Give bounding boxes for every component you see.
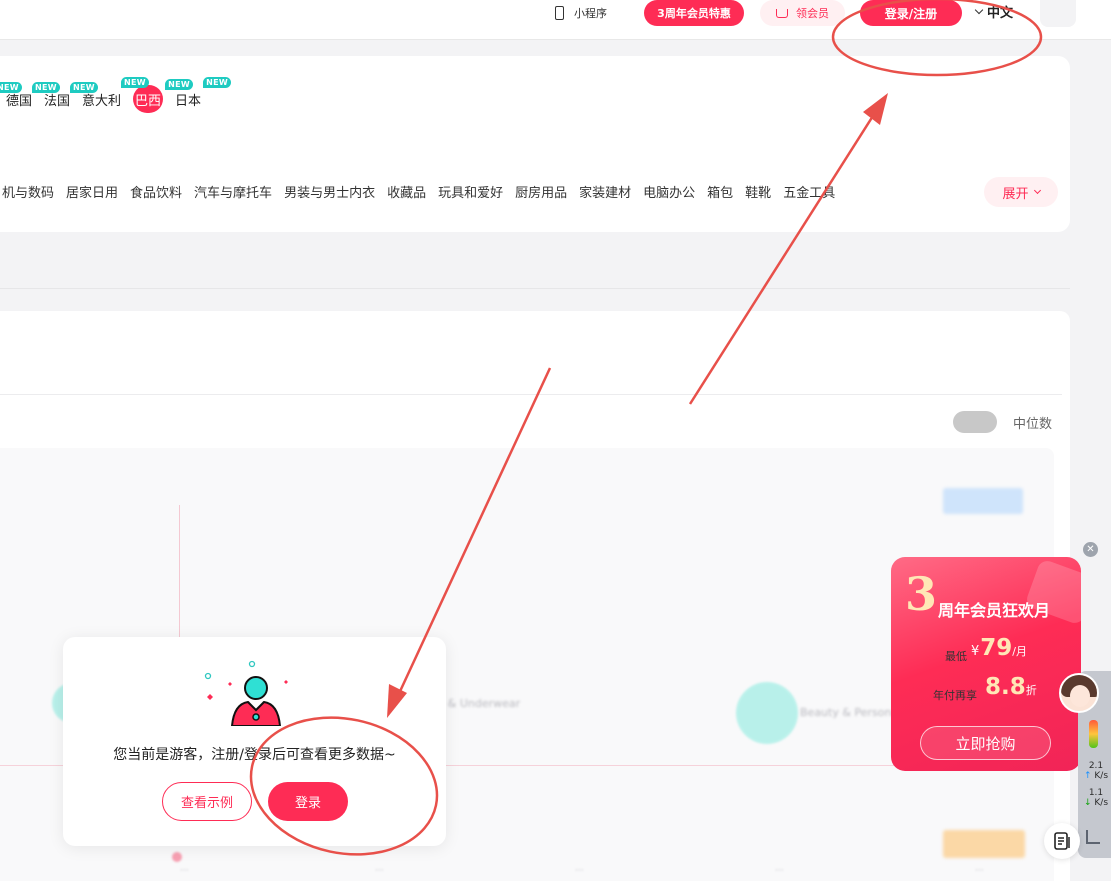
new-badge: NEW	[203, 76, 232, 88]
category-item[interactable]: 机与数码	[2, 182, 54, 201]
upload-speed-value: 2.1	[1088, 761, 1104, 771]
category-item[interactable]: 男装与男士内衣	[284, 182, 375, 201]
language-selector[interactable]: 中文	[974, 2, 1014, 21]
chart-point	[172, 852, 182, 862]
axis-tick: ···	[180, 866, 189, 876]
category-item[interactable]: 厨房用品	[515, 182, 567, 201]
modal-login-button[interactable]: 登录	[268, 782, 348, 821]
currency-symbol: ¥	[971, 644, 980, 659]
category-item[interactable]: 收藏品	[387, 182, 426, 201]
network-meter-icon	[1089, 720, 1098, 748]
login-register-button[interactable]: 登录/注册	[860, 0, 962, 26]
country-italy[interactable]: 意大利 NEW	[70, 81, 122, 109]
country-japan[interactable]: 日本 NEW	[175, 76, 232, 109]
blurred-bubble-label: Beauty & Personal	[800, 706, 902, 719]
median-toggle[interactable]	[953, 411, 997, 433]
screenshot-crop-icon[interactable]	[1086, 830, 1100, 844]
up-arrow-icon: ↑	[1083, 770, 1092, 781]
chevron-down-icon	[974, 5, 984, 14]
new-badge: NEW	[165, 79, 194, 90]
country-filter: 德国 NEW 法国 NEW 意大利 NEW 巴西 NEW NEW 日本 NEW	[0, 76, 232, 113]
discount-value: 8.8	[985, 674, 1026, 700]
section-divider	[0, 288, 1070, 289]
category-item[interactable]: 食品饮料	[130, 182, 182, 201]
promo-discount-label: 年付再享	[933, 689, 977, 702]
upload-speed: 2.1 ↑ K/s	[1081, 761, 1111, 782]
filter-card	[0, 56, 1070, 232]
guest-user-icon	[204, 660, 288, 726]
speed-unit: K/s	[1094, 770, 1109, 781]
new-badge: NEW	[32, 81, 60, 93]
new-badge: NEW	[121, 77, 149, 88]
mini-program-link[interactable]: 小程序	[555, 5, 607, 21]
country-brazil[interactable]: 巴西 NEW NEW	[121, 77, 194, 113]
chevron-down-icon	[1033, 186, 1041, 195]
speed-unit: K/s	[1094, 797, 1109, 808]
download-speed: 1.1 ↓ K/s	[1081, 788, 1111, 809]
top-bar-edge	[1040, 0, 1076, 27]
crown-icon	[776, 8, 788, 18]
document-button[interactable]	[1044, 823, 1080, 859]
get-membership-button[interactable]: 领会员	[760, 0, 845, 26]
country-label: 意大利	[82, 93, 122, 109]
country-label: 德国	[6, 93, 33, 109]
expand-label: 展开	[1002, 186, 1029, 202]
assistant-avatar[interactable]	[1059, 673, 1099, 713]
blurred-legend-tag	[943, 488, 1023, 514]
axis-tick: ···	[575, 866, 584, 876]
guest-message: 您当前是游客，注册/登录后可查看更多数据~	[113, 747, 396, 763]
category-item[interactable]: 五金工具	[783, 182, 835, 201]
anniversary-promo-button[interactable]: 3周年会员特惠	[644, 0, 744, 26]
download-speed-value: 1.1	[1088, 788, 1104, 798]
language-label: 中文	[987, 6, 1014, 21]
blurred-legend-tag	[943, 830, 1025, 858]
document-icon	[1054, 832, 1070, 850]
axis-tick: ···	[775, 866, 784, 876]
get-membership-label: 领会员	[796, 7, 829, 20]
country-germany[interactable]: 德国 NEW	[0, 81, 33, 109]
price-value: 79	[980, 635, 1013, 661]
category-item[interactable]: 汽车与摩托车	[194, 182, 272, 201]
category-item[interactable]: 玩具和爱好	[438, 182, 503, 201]
category-filter: 机与数码 居家日用 食品饮料 汽车与摩托车 男装与男士内衣 收藏品 玩具和爱好 …	[2, 182, 835, 201]
chart-card-divider	[0, 394, 1062, 395]
median-label: 中位数	[1013, 417, 1053, 432]
price-unit: /月	[1012, 645, 1028, 658]
close-icon[interactable]: ✕	[1083, 542, 1098, 557]
category-item[interactable]: 家装建材	[579, 182, 631, 201]
promo-price: ¥79/月	[971, 635, 1027, 661]
country-label: 巴西	[135, 93, 162, 109]
new-badge: NEW	[70, 81, 98, 93]
country-label: 法国	[44, 93, 71, 109]
category-item[interactable]: 鞋靴	[745, 182, 771, 201]
country-france[interactable]: 法国 NEW	[32, 81, 71, 109]
axis-tick: ···	[975, 866, 984, 876]
category-item[interactable]: 电脑办公	[643, 182, 695, 201]
avatar-face	[1070, 685, 1090, 707]
expand-categories-button[interactable]: 展开	[984, 177, 1058, 207]
axis-tick: ···	[375, 866, 384, 876]
country-label: 日本	[175, 93, 202, 109]
down-arrow-icon: ↓	[1083, 797, 1092, 808]
buy-now-button[interactable]: 立即抢购	[920, 726, 1051, 760]
promo-anniversary-number: 3	[905, 567, 938, 621]
discount-unit: 折	[1025, 684, 1037, 697]
chart-bubble	[736, 682, 798, 744]
view-example-button[interactable]: 查看示例	[162, 782, 252, 821]
mini-program-label: 小程序	[574, 7, 607, 20]
new-badge: NEW	[0, 81, 22, 93]
phone-icon	[555, 6, 564, 20]
promo-price-label: 最低	[945, 650, 967, 663]
promo-title: 周年会员狂欢月	[938, 601, 1051, 620]
category-item[interactable]: 箱包	[707, 182, 733, 201]
category-item[interactable]: 居家日用	[66, 182, 118, 201]
promo-discount: 8.8折	[985, 674, 1037, 700]
